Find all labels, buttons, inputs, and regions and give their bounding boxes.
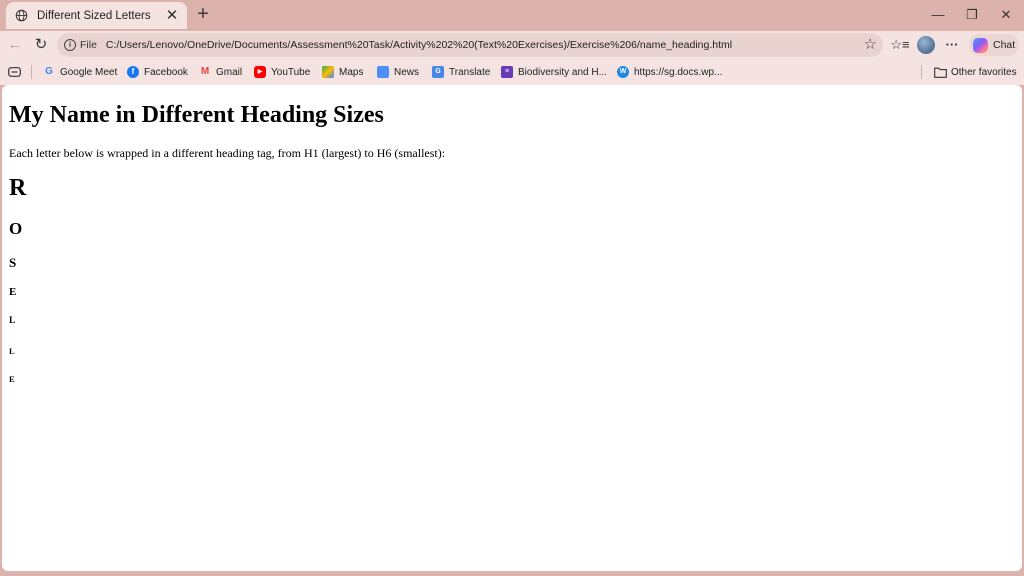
translate-icon: G xyxy=(432,66,444,78)
toolbar: ← ↻ i File C:/Users/Lenovo/OneDrive/Docu… xyxy=(0,31,1024,59)
letter-h6: L xyxy=(9,346,15,356)
fav-label: Translate xyxy=(449,66,491,78)
more-icon[interactable]: ··· xyxy=(943,35,961,55)
chat-button[interactable]: Chat xyxy=(969,34,1019,56)
facebook-icon: f xyxy=(127,66,139,78)
fav-news[interactable]: News xyxy=(377,65,419,79)
tab-strip: Different Sized Letters ✕ + — ❐ ✕ xyxy=(0,0,1024,31)
fav-label: Maps xyxy=(339,66,364,78)
folder-icon xyxy=(934,67,947,78)
minimize-icon[interactable]: — xyxy=(928,6,948,24)
url-scheme: File xyxy=(80,39,97,51)
maps-icon xyxy=(322,66,334,78)
back-icon[interactable]: ← xyxy=(5,35,25,55)
youtube-icon: ▶ xyxy=(254,66,266,78)
window-bottom-edge xyxy=(0,571,1024,576)
reading-icon[interactable] xyxy=(8,67,21,77)
fav-label: Gmail xyxy=(216,66,243,78)
chat-label: Chat xyxy=(993,39,1016,51)
biodiversity-icon: ≡ xyxy=(501,66,513,78)
address-bar[interactable]: i File C:/Users/Lenovo/OneDrive/Document… xyxy=(57,33,883,57)
fav-docs[interactable]: W https://sg.docs.wp... xyxy=(617,65,722,79)
tab-title: Different Sized Letters xyxy=(37,9,151,22)
google-icon: G xyxy=(45,66,53,77)
other-favorites[interactable]: Other favorites xyxy=(934,65,1017,79)
fav-label: https://sg.docs.wp... xyxy=(634,66,723,78)
fav-translate[interactable]: G Translate xyxy=(432,65,490,79)
news-icon xyxy=(377,66,389,78)
fav-label: Biodiversity and H... xyxy=(518,66,607,78)
letter-h4: E xyxy=(9,286,17,298)
fav-gmail[interactable]: M Gmail xyxy=(199,65,242,79)
fav-label: News xyxy=(394,66,420,78)
page-heading: My Name in Different Heading Sizes xyxy=(9,102,384,128)
info-icon[interactable]: i xyxy=(64,39,76,51)
other-favorites-label: Other favorites xyxy=(951,66,1017,78)
letter-h2: O xyxy=(9,219,23,238)
fav-divider xyxy=(921,65,922,79)
fav-label: YouTube xyxy=(271,66,311,78)
avatar[interactable] xyxy=(917,36,935,54)
star-icon[interactable]: ☆ xyxy=(864,36,877,54)
letter-h1: R xyxy=(9,175,27,201)
tab-close-icon[interactable]: ✕ xyxy=(165,8,179,23)
close-window-icon[interactable]: ✕ xyxy=(996,6,1016,24)
url-text[interactable]: C:/Users/Lenovo/OneDrive/Documents/Asses… xyxy=(106,39,846,51)
fav-google-meet[interactable]: G Google Meet xyxy=(43,65,117,79)
gmail-icon: M xyxy=(200,66,210,77)
tab-active[interactable]: Different Sized Letters ✕ xyxy=(6,2,187,29)
fav-label: Google Meet xyxy=(60,66,118,78)
letter-h6-extra: E xyxy=(9,374,15,384)
fav-facebook[interactable]: f Facebook xyxy=(127,65,188,79)
letter-h3: S xyxy=(9,255,17,270)
fav-biodiversity[interactable]: ≡ Biodiversity and H... xyxy=(501,65,607,79)
restore-icon[interactable]: ❐ xyxy=(962,6,982,24)
page-viewport: My Name in Different Heading Sizes Each … xyxy=(2,85,1022,571)
fav-divider xyxy=(31,65,32,79)
refresh-icon[interactable]: ↻ xyxy=(31,35,51,55)
docs-icon: W xyxy=(617,66,629,78)
favorites-bar: G Google Meet f Facebook M Gmail ▶ YouTu… xyxy=(0,59,1024,85)
new-tab-button[interactable]: + xyxy=(194,4,212,24)
letter-h5: L xyxy=(9,316,16,326)
fav-label: Facebook xyxy=(144,66,188,78)
globe-icon xyxy=(15,9,28,22)
intro-paragraph: Each letter below is wrapped in a differ… xyxy=(9,146,446,160)
fav-youtube[interactable]: ▶ YouTube xyxy=(254,65,310,79)
favorites-icon[interactable]: ☆≡ xyxy=(889,35,911,55)
fav-maps[interactable]: Maps xyxy=(322,65,363,79)
copilot-icon xyxy=(973,37,988,53)
